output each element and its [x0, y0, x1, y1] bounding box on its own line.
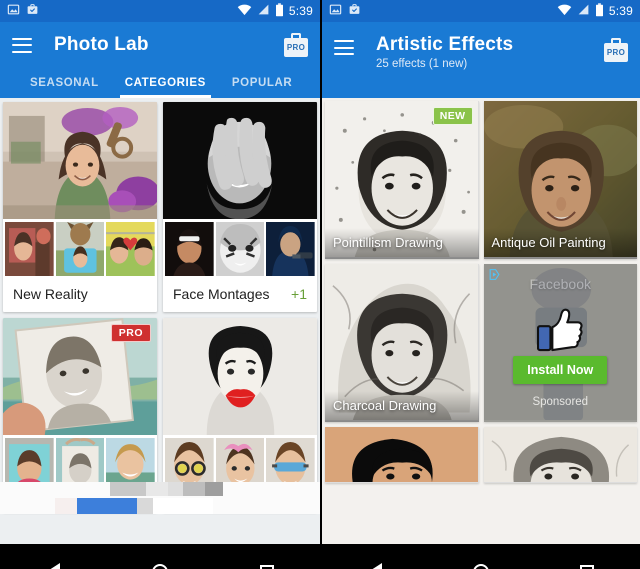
category-tab-bar[interactable]: SEASONAL CATEGORIES POPULAR FAVO — [12, 68, 308, 98]
page-title: Photo Lab — [54, 34, 149, 56]
pro-badge-label: PRO — [284, 38, 308, 57]
thumbnail — [55, 222, 105, 276]
status-bar-left: R 5:39 — [0, 0, 320, 22]
status-bar-left-icons — [7, 3, 39, 19]
app-bar-left: Photo Lab PRO SEASONAL CATEGORIES POPULA… — [0, 22, 320, 98]
sponsored-ad-card[interactable]: Facebook facebook Install Now Sponsored — [483, 264, 637, 422]
effect-name: Antique Oil Painting — [483, 228, 637, 259]
category-card-new-reality[interactable]: New Reality — [3, 102, 157, 312]
pro-button[interactable]: PRO — [604, 38, 628, 62]
effect-card-antique-oil-painting[interactable]: Antique Oil Painting — [483, 101, 637, 259]
categories-grid-scroll[interactable]: New Reality Face Montages +1 PRO — [0, 98, 320, 544]
effects-grid: NEW Pointillism Drawing Antique Oil Pain… — [325, 101, 637, 483]
home-button[interactable] — [142, 554, 178, 569]
signal-roaming-icon: R — [577, 3, 590, 19]
thumbnail — [106, 222, 155, 276]
signal-roaming-icon: R — [257, 3, 270, 19]
wifi-icon — [557, 3, 572, 19]
page-subtitle: 25 effects (1 new) — [376, 57, 468, 70]
battery-icon — [595, 2, 604, 20]
effect-card-charcoal-drawing[interactable]: Charcoal Drawing — [325, 264, 479, 422]
new-badge: NEW — [432, 107, 473, 125]
category-label-row: Face Montages +1 — [163, 278, 317, 312]
category-hero-image: PRO — [3, 318, 157, 436]
app-title-group: Photo Lab — [54, 34, 149, 56]
tab-categories[interactable]: CATEGORIES — [112, 68, 219, 98]
dual-phone-screenshot: R 5:39 Photo Lab PRO SEASONAL CATEGORIES… — [0, 0, 640, 569]
battery-icon — [275, 2, 284, 20]
status-bar-clock: 5:39 — [608, 4, 633, 18]
hamburger-menu-icon[interactable] — [12, 37, 32, 53]
effect-card-partial-silhouette[interactable] — [325, 427, 479, 483]
install-now-button[interactable]: Install Now — [513, 356, 608, 384]
status-bar-left-icons — [329, 3, 361, 19]
recents-button[interactable] — [249, 554, 285, 569]
back-triangle-icon — [46, 562, 61, 569]
category-thumbnail-strip — [163, 220, 317, 278]
ad-choices-icon[interactable] — [488, 268, 501, 284]
status-bar-clock: 5:39 — [288, 4, 313, 18]
sponsored-label: Sponsored — [532, 396, 589, 408]
work-profile-icon — [348, 3, 361, 19]
back-button[interactable] — [35, 554, 71, 569]
page-title: Artistic Effects — [376, 34, 514, 55]
tab-popular[interactable]: POPULAR — [219, 68, 305, 98]
category-hero-image — [3, 102, 157, 220]
pro-button[interactable]: PRO — [284, 33, 308, 57]
android-nav-bar-left[interactable] — [0, 544, 320, 569]
work-profile-icon — [26, 3, 39, 19]
category-extra-count: +1 — [291, 286, 307, 302]
category-hero-image — [163, 318, 317, 436]
category-card-face-montages[interactable]: Face Montages +1 — [163, 102, 317, 312]
blurred-bottom-bar — [0, 482, 320, 514]
home-button[interactable] — [463, 554, 499, 569]
category-label-row: New Reality — [3, 278, 157, 312]
pro-briefcase-handle-icon — [291, 33, 301, 39]
thumbnail — [215, 222, 265, 276]
thumbnail — [5, 222, 54, 276]
status-bar-right: R 5:39 — [322, 0, 640, 22]
thumbs-up-icon — [537, 308, 583, 352]
effects-grid-scroll[interactable]: NEW Pointillism Drawing Antique Oil Pain… — [322, 98, 640, 544]
svg-text:R: R — [582, 4, 585, 9]
back-triangle-icon — [368, 562, 382, 569]
back-button[interactable] — [357, 554, 393, 569]
hamburger-menu-icon[interactable] — [334, 40, 354, 55]
effect-card-pointillism-drawing[interactable]: NEW Pointillism Drawing — [325, 101, 479, 259]
image-icon — [329, 3, 342, 19]
phone-artistic-effects: R 5:39 Artistic Effects 25 effects (1 ne… — [320, 0, 640, 569]
recents-square-icon — [580, 564, 594, 569]
app-title-group: Artistic Effects 25 effects (1 new) — [376, 34, 513, 72]
thumbnail — [266, 222, 315, 276]
categories-grid: New Reality Face Montages +1 PRO — [3, 102, 317, 512]
recents-square-icon — [259, 564, 274, 569]
tab-favorites[interactable]: FAVO — [305, 68, 308, 98]
home-circle-icon — [473, 563, 489, 569]
effect-name: Pointillism Drawing — [325, 228, 479, 259]
pro-badge-label: PRO — [604, 43, 628, 62]
effect-name: Charcoal Drawing — [325, 391, 479, 422]
home-circle-icon — [151, 563, 168, 569]
category-thumbnail-strip — [3, 220, 157, 278]
category-name: Face Montages — [173, 286, 270, 302]
status-bar-right-icons: R 5:39 — [557, 2, 633, 20]
status-bar-right-icons: R 5:39 — [237, 2, 313, 20]
app-bar-right: Artistic Effects 25 effects (1 new) PRO — [322, 22, 640, 98]
android-nav-bar-right[interactable] — [322, 544, 640, 569]
thumbnail — [165, 222, 214, 276]
image-icon — [7, 3, 20, 19]
svg-text:R: R — [262, 4, 265, 9]
wifi-icon — [237, 3, 252, 19]
phone-photo-lab: R 5:39 Photo Lab PRO SEASONAL CATEGORIES… — [0, 0, 320, 569]
category-name: New Reality — [13, 286, 88, 302]
effect-card-partial-pencil[interactable] — [483, 427, 637, 483]
pro-briefcase-handle-icon — [611, 38, 621, 44]
pro-badge: PRO — [110, 324, 151, 342]
recents-button[interactable] — [569, 554, 605, 569]
category-hero-image — [163, 102, 317, 220]
tab-seasonal[interactable]: SEASONAL — [12, 68, 112, 98]
